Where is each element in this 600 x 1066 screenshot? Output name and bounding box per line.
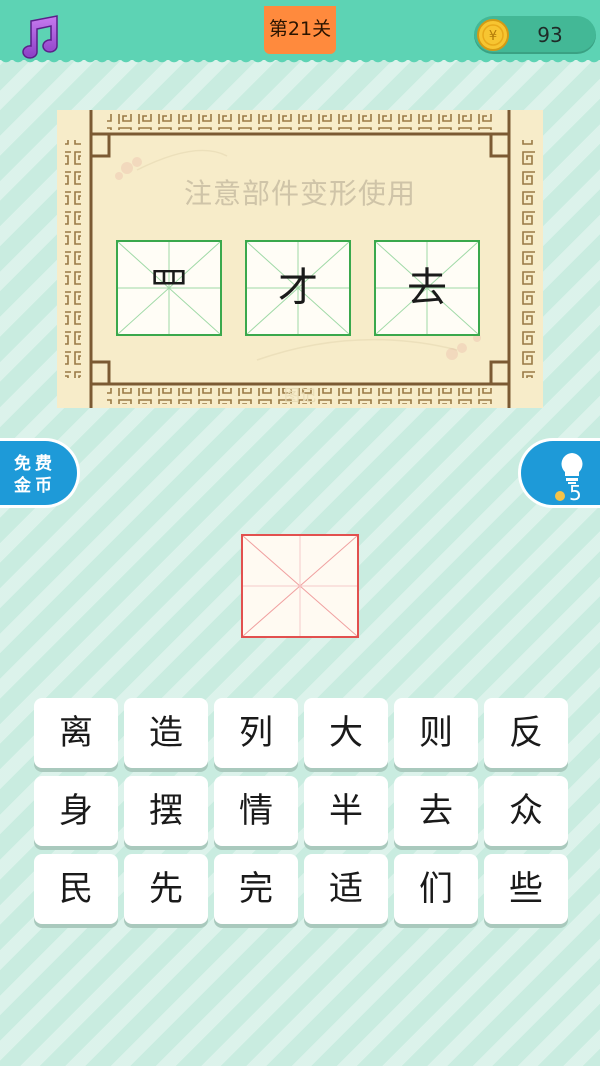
gold-coin-icon: ¥ [477, 19, 509, 51]
puzzle-hint: 注意部件变形使用 [183, 177, 416, 210]
key-button[interactable]: 众 [484, 776, 568, 846]
clue-cell: 去 [374, 240, 480, 336]
key-button[interactable]: 大 [304, 698, 388, 768]
hint-button[interactable]: 5 [518, 438, 600, 508]
level-label: 第21关 [268, 18, 332, 40]
top-bar-scallop [0, 56, 600, 68]
free-coins-label: 免费 金币 [14, 454, 56, 496]
puzzle-frame: 注意部件变形使用 罒 才 去 图记 [57, 110, 543, 408]
key-button[interactable]: 先 [124, 854, 208, 924]
clue-cell: 才 [245, 240, 351, 336]
answer-slot[interactable] [241, 534, 359, 638]
lightbulb-icon [561, 453, 583, 484]
clue-cell: 罒 [116, 240, 222, 336]
level-badge: 第21关 [264, 6, 336, 54]
clue-character: 才 [278, 265, 318, 311]
coin-dot-icon [555, 491, 565, 501]
music-note-icon [22, 15, 58, 59]
key-button[interactable]: 造 [124, 698, 208, 768]
key-button[interactable]: 民 [34, 854, 118, 924]
svg-text:¥: ¥ [489, 29, 497, 44]
hint-count: 5 [569, 481, 582, 505]
coin-counter: ¥ 93 [474, 16, 596, 54]
key-button[interactable]: 反 [484, 698, 568, 768]
key-button[interactable]: 适 [304, 854, 388, 924]
key-button[interactable]: 去 [394, 776, 478, 846]
key-button[interactable]: 则 [394, 698, 478, 768]
key-button[interactable]: 离 [34, 698, 118, 768]
coin-count: 93 [537, 23, 563, 47]
key-button[interactable]: 完 [214, 854, 298, 924]
key-button[interactable]: 些 [484, 854, 568, 924]
clue-character: 罒 [149, 265, 189, 311]
key-button[interactable]: 列 [214, 698, 298, 768]
key-button[interactable]: 们 [394, 854, 478, 924]
key-button[interactable]: 情 [214, 776, 298, 846]
key-button[interactable]: 身 [34, 776, 118, 846]
key-button[interactable]: 半 [304, 776, 388, 846]
key-button[interactable]: 摆 [124, 776, 208, 846]
answer-tian-grid [243, 536, 357, 636]
watermark: 图记 [283, 386, 316, 405]
clue-character: 去 [407, 265, 447, 311]
music-button[interactable] [14, 12, 66, 64]
free-coins-button[interactable]: 免费 金币 [0, 438, 80, 508]
